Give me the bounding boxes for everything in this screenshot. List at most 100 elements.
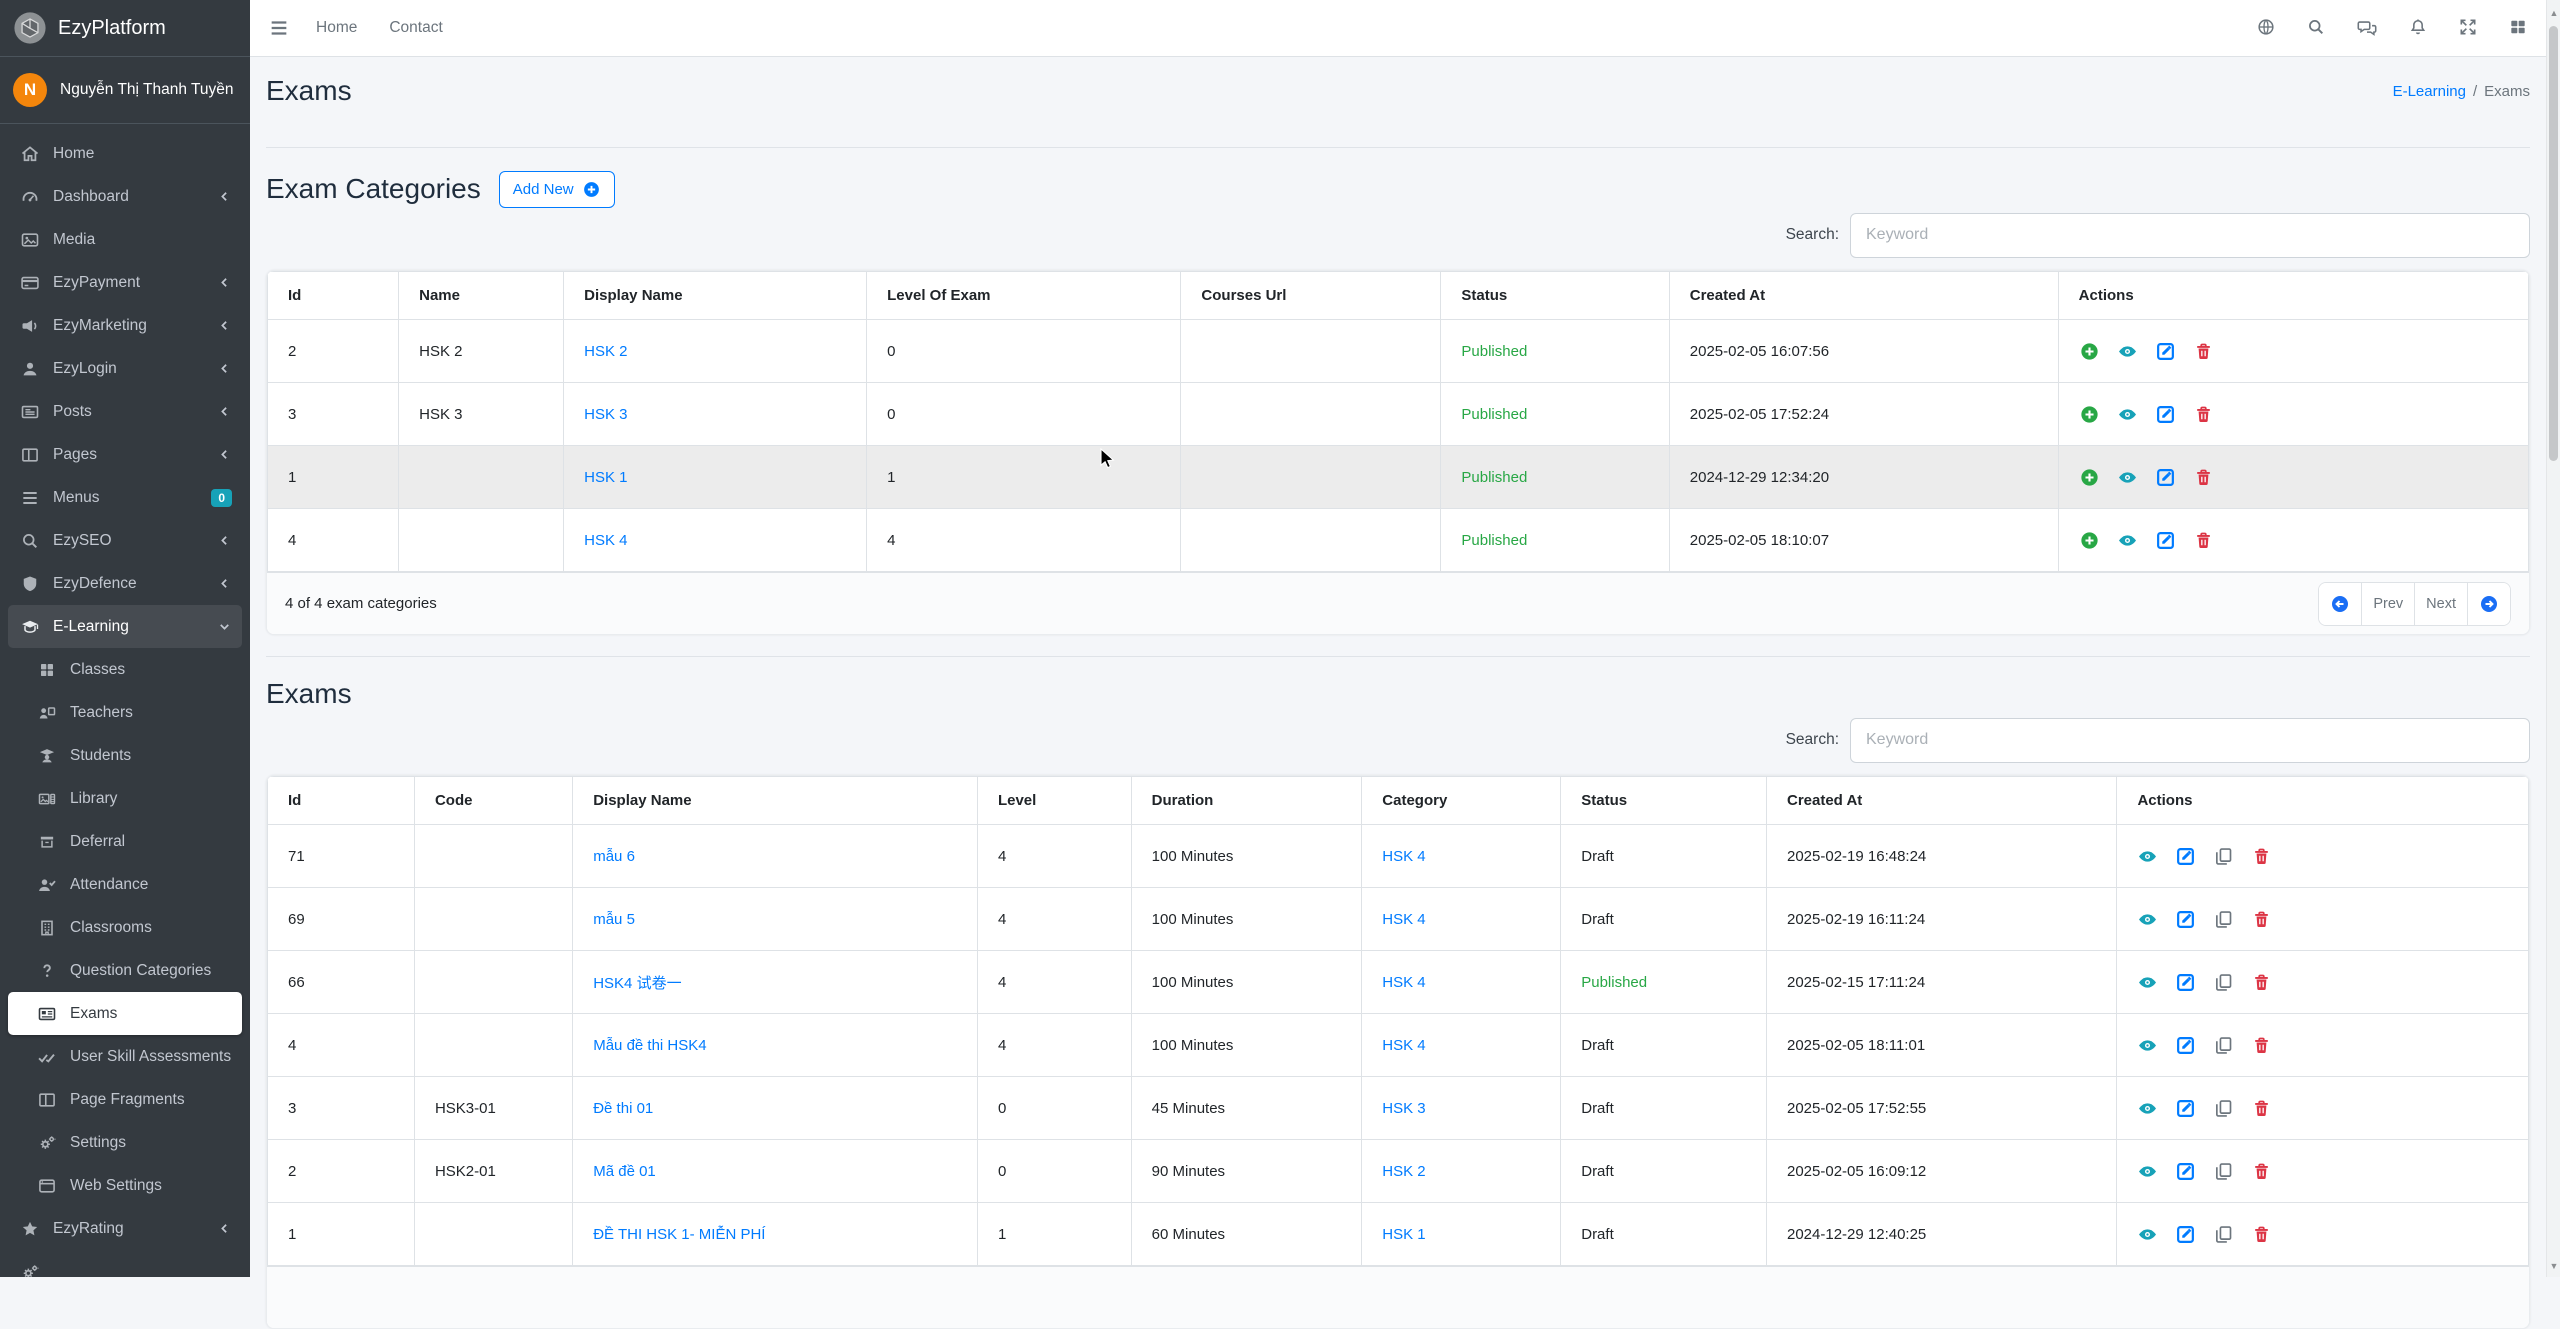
sidebar-item-question-categories[interactable]: Question Categories xyxy=(8,949,242,992)
add-new-category-button[interactable]: Add New xyxy=(499,171,615,208)
edit-action-button[interactable] xyxy=(2175,846,2196,867)
notifications-bell-icon[interactable] xyxy=(2408,17,2428,39)
view-action-button[interactable] xyxy=(2137,972,2158,993)
view-action-button[interactable] xyxy=(2137,909,2158,930)
edit-action-button[interactable] xyxy=(2155,341,2176,362)
sidebar-item-media[interactable]: Media xyxy=(8,218,242,261)
add-action-button[interactable] xyxy=(2079,341,2100,362)
exam-display-name-link[interactable]: Mẫu đề thi HSK4 xyxy=(593,1037,706,1054)
sidebar-item-ezyrating[interactable]: EzyRating xyxy=(8,1207,242,1250)
exam-display-name-link[interactable]: Đề thi 01 xyxy=(593,1100,653,1117)
sidebar-item-attendance[interactable]: Attendance xyxy=(8,863,242,906)
delete-action-button[interactable] xyxy=(2251,1161,2272,1182)
scroll-down-arrow-icon[interactable]: ▼ xyxy=(2547,1259,2560,1273)
sidebar-item-ezymarketing[interactable]: EzyMarketing xyxy=(8,304,242,347)
add-action-button[interactable] xyxy=(2079,404,2100,425)
exam-category-link[interactable]: HSK 1 xyxy=(1382,1226,1425,1243)
delete-action-button[interactable] xyxy=(2251,846,2272,867)
category-display-name-link[interactable]: HSK 1 xyxy=(584,469,627,486)
view-action-button[interactable] xyxy=(2117,341,2138,362)
sidebar-item-ezyseo[interactable]: EzySEO xyxy=(8,519,242,562)
sidebar-item-menus[interactable]: Menus 0 xyxy=(8,476,242,519)
exams-search-input[interactable] xyxy=(1850,718,2530,763)
sidebar-item-dashboard[interactable]: Dashboard xyxy=(8,175,242,218)
topnav-link-home[interactable]: Home xyxy=(316,19,357,37)
edit-action-button[interactable] xyxy=(2175,909,2196,930)
sidebar-item-pages[interactable]: Pages xyxy=(8,433,242,476)
duplicate-action-button[interactable] xyxy=(2213,1224,2234,1245)
exam-category-link[interactable]: HSK 3 xyxy=(1382,1100,1425,1117)
apps-grid-icon[interactable] xyxy=(2508,17,2528,39)
scroll-up-arrow-icon[interactable]: ▲ xyxy=(2547,6,2560,20)
fullscreen-expand-icon[interactable] xyxy=(2458,17,2478,39)
first-page-button[interactable] xyxy=(2319,583,2361,625)
duplicate-action-button[interactable] xyxy=(2213,972,2234,993)
edit-action-button[interactable] xyxy=(2175,1161,2196,1182)
delete-action-button[interactable] xyxy=(2193,341,2214,362)
sidebar-item-ezydefence[interactable]: EzyDefence xyxy=(8,562,242,605)
view-action-button[interactable] xyxy=(2137,1224,2158,1245)
sidebar-item-deferral[interactable]: Deferral xyxy=(8,820,242,863)
prev-page-button[interactable]: Prev xyxy=(2361,583,2414,625)
vertical-scrollbar[interactable]: ▲ ▼ xyxy=(2546,0,2560,1277)
sidebar-item-settings[interactable]: Settings xyxy=(8,1121,242,1164)
sidebar-item-exams[interactable]: Exams xyxy=(8,992,242,1035)
delete-action-button[interactable] xyxy=(2251,972,2272,993)
sidebar-item-classes[interactable]: Classes xyxy=(8,648,242,691)
edit-action-button[interactable] xyxy=(2175,1224,2196,1245)
delete-action-button[interactable] xyxy=(2193,530,2214,551)
delete-action-button[interactable] xyxy=(2193,404,2214,425)
breadcrumb-elearning-link[interactable]: E-Learning xyxy=(2393,83,2466,100)
exam-display-name-link[interactable]: HSK4 试卷一 xyxy=(593,975,681,992)
categories-search-input[interactable] xyxy=(1850,213,2530,258)
exam-category-link[interactable]: HSK 4 xyxy=(1382,848,1425,865)
view-action-button[interactable] xyxy=(2117,467,2138,488)
edit-action-button[interactable] xyxy=(2175,1035,2196,1056)
sidebar-item-ezypayment[interactable]: EzyPayment xyxy=(8,261,242,304)
delete-action-button[interactable] xyxy=(2251,1098,2272,1119)
next-page-button[interactable]: Next xyxy=(2414,583,2467,625)
edit-action-button[interactable] xyxy=(2155,530,2176,551)
sidebar-item-ezylogin[interactable]: EzyLogin xyxy=(8,347,242,390)
exam-display-name-link[interactable]: Mã đề 01 xyxy=(593,1163,656,1180)
exam-category-link[interactable]: HSK 4 xyxy=(1382,1037,1425,1054)
sidebar-item-classrooms[interactable]: Classrooms xyxy=(8,906,242,949)
view-action-button[interactable] xyxy=(2137,1161,2158,1182)
hamburger-menu-icon[interactable] xyxy=(268,17,290,39)
sidebar-item-students[interactable]: Students xyxy=(8,734,242,777)
topnav-link-contact[interactable]: Contact xyxy=(389,19,442,37)
exam-display-name-link[interactable]: ĐỀ THI HSK 1- MIỄN PHÍ xyxy=(593,1226,765,1243)
sidebar-item-home[interactable]: Home xyxy=(8,132,242,175)
search-icon[interactable] xyxy=(2306,17,2326,39)
delete-action-button[interactable] xyxy=(2251,1224,2272,1245)
add-action-button[interactable] xyxy=(2079,530,2100,551)
exam-category-link[interactable]: HSK 2 xyxy=(1382,1163,1425,1180)
add-action-button[interactable] xyxy=(2079,467,2100,488)
scrollbar-thumb[interactable] xyxy=(2549,26,2558,461)
view-action-button[interactable] xyxy=(2137,846,2158,867)
delete-action-button[interactable] xyxy=(2251,909,2272,930)
category-display-name-link[interactable]: HSK 4 xyxy=(584,532,627,549)
duplicate-action-button[interactable] xyxy=(2213,1161,2234,1182)
edit-action-button[interactable] xyxy=(2175,1098,2196,1119)
messages-icon[interactable] xyxy=(2356,17,2378,39)
sidebar-item-teachers[interactable]: Teachers xyxy=(8,691,242,734)
category-display-name-link[interactable]: HSK 3 xyxy=(584,406,627,423)
exam-category-link[interactable]: HSK 4 xyxy=(1382,911,1425,928)
globe-icon[interactable] xyxy=(2256,17,2276,39)
duplicate-action-button[interactable] xyxy=(2213,1098,2234,1119)
edit-action-button[interactable] xyxy=(2155,467,2176,488)
duplicate-action-button[interactable] xyxy=(2213,846,2234,867)
exam-display-name-link[interactable]: mẫu 5 xyxy=(593,911,635,928)
exam-display-name-link[interactable]: mẫu 6 xyxy=(593,848,635,865)
sidebar-item-partial[interactable] xyxy=(8,1250,242,1277)
edit-action-button[interactable] xyxy=(2175,972,2196,993)
view-action-button[interactable] xyxy=(2117,530,2138,551)
view-action-button[interactable] xyxy=(2137,1098,2158,1119)
duplicate-action-button[interactable] xyxy=(2213,909,2234,930)
edit-action-button[interactable] xyxy=(2155,404,2176,425)
exam-category-link[interactable]: HSK 4 xyxy=(1382,974,1425,991)
category-display-name-link[interactable]: HSK 2 xyxy=(584,343,627,360)
sidebar-item-elearning[interactable]: E-Learning xyxy=(8,605,242,648)
sidebar-item-library[interactable]: Library xyxy=(8,777,242,820)
